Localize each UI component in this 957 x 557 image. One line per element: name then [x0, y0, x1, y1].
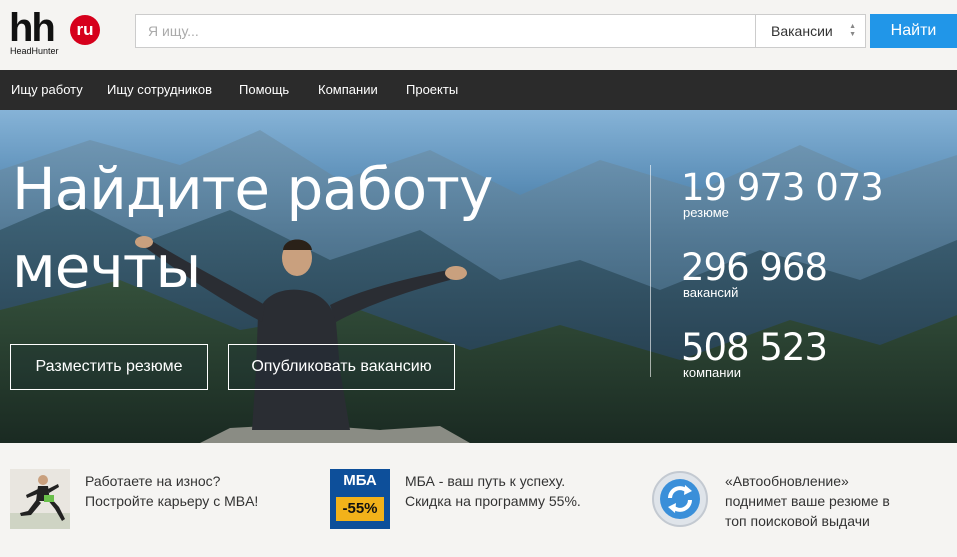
- promo-row: Работаете на износ? Постройте карьеру с …: [0, 443, 957, 557]
- refresh-icon: [652, 471, 708, 527]
- promo-3-line-1: «Автообновление»: [725, 473, 849, 489]
- promo-1-line-2: Постройте карьеру с MBA!: [85, 493, 259, 509]
- hh-logo[interactable]: hh ru HeadHunter: [9, 6, 101, 62]
- promo-mba-career-text[interactable]: Работаете на износ? Постройте карьеру с …: [85, 471, 258, 511]
- stat-resumes-label: резюме: [683, 205, 729, 220]
- promo-auto-update-text[interactable]: «Автообновление» поднимет ваше резюме в …: [725, 471, 890, 531]
- search-button[interactable]: Найти: [870, 14, 957, 48]
- mba-discount-badge: -55%: [336, 497, 384, 521]
- hero-title-line-2: мечты: [12, 233, 201, 301]
- nav-item-projects[interactable]: Проекты: [406, 70, 458, 110]
- logo-text: hh: [9, 6, 56, 50]
- runner-icon: [10, 475, 70, 529]
- promo-1-line-1: Работаете на износ?: [85, 473, 221, 489]
- stat-companies-value: 508 523: [681, 326, 828, 369]
- hero-title: Найдите работу мечты: [12, 150, 552, 306]
- main-nav: Ищу работу Ищу сотрудников Помощь Компан…: [0, 70, 957, 110]
- post-vacancy-button[interactable]: Опубликовать вакансию: [228, 344, 455, 390]
- search-category-value: Вакансии: [771, 23, 833, 39]
- post-resume-button[interactable]: Разместить резюме: [10, 344, 208, 390]
- promo-3-line-2: поднимет ваше резюме в: [725, 493, 890, 509]
- nav-item-find-employees[interactable]: Ищу сотрудников: [107, 70, 212, 110]
- auto-update-image[interactable]: [650, 469, 710, 529]
- stat-resumes-value: 19 973 073: [681, 166, 884, 209]
- logo-subtitle: HeadHunter: [10, 46, 59, 56]
- select-arrows-icon: ▲ ▼: [849, 23, 856, 38]
- nav-item-find-job[interactable]: Ищу работу: [11, 70, 83, 110]
- logo-badge: ru: [70, 15, 100, 45]
- search-input[interactable]: [135, 14, 756, 48]
- header: hh ru HeadHunter Вакансии ▲▼ Найти: [0, 0, 957, 70]
- promo-3-line-3: топ поисковой выдачи: [725, 513, 870, 529]
- promo-mba-discount-text[interactable]: МБА - ваш путь к успеху. Скидка на прогр…: [405, 471, 581, 511]
- promo-2-line-2: Скидка на программу 55%.: [405, 493, 581, 509]
- promo-2-line-1: МБА - ваш путь к успеху.: [405, 473, 566, 489]
- runner-image[interactable]: [10, 469, 70, 529]
- mba-badge-title: МБА: [343, 472, 377, 489]
- hero-banner: Найдите работу мечты Разместить резюме О…: [0, 110, 957, 443]
- stat-vacancies-value: 296 968: [681, 246, 828, 289]
- stat-vacancies-label: вакансий: [683, 285, 739, 300]
- nav-item-companies[interactable]: Компании: [318, 70, 378, 110]
- search-category-select[interactable]: Вакансии ▲ ▼: [755, 14, 866, 48]
- mba-badge-image[interactable]: МБА -55%: [330, 469, 390, 529]
- stat-companies-label: компании: [683, 365, 741, 380]
- hero-title-line-1: Найдите работу: [12, 155, 493, 223]
- stats-divider: [650, 165, 651, 377]
- nav-item-help[interactable]: Помощь: [239, 70, 289, 110]
